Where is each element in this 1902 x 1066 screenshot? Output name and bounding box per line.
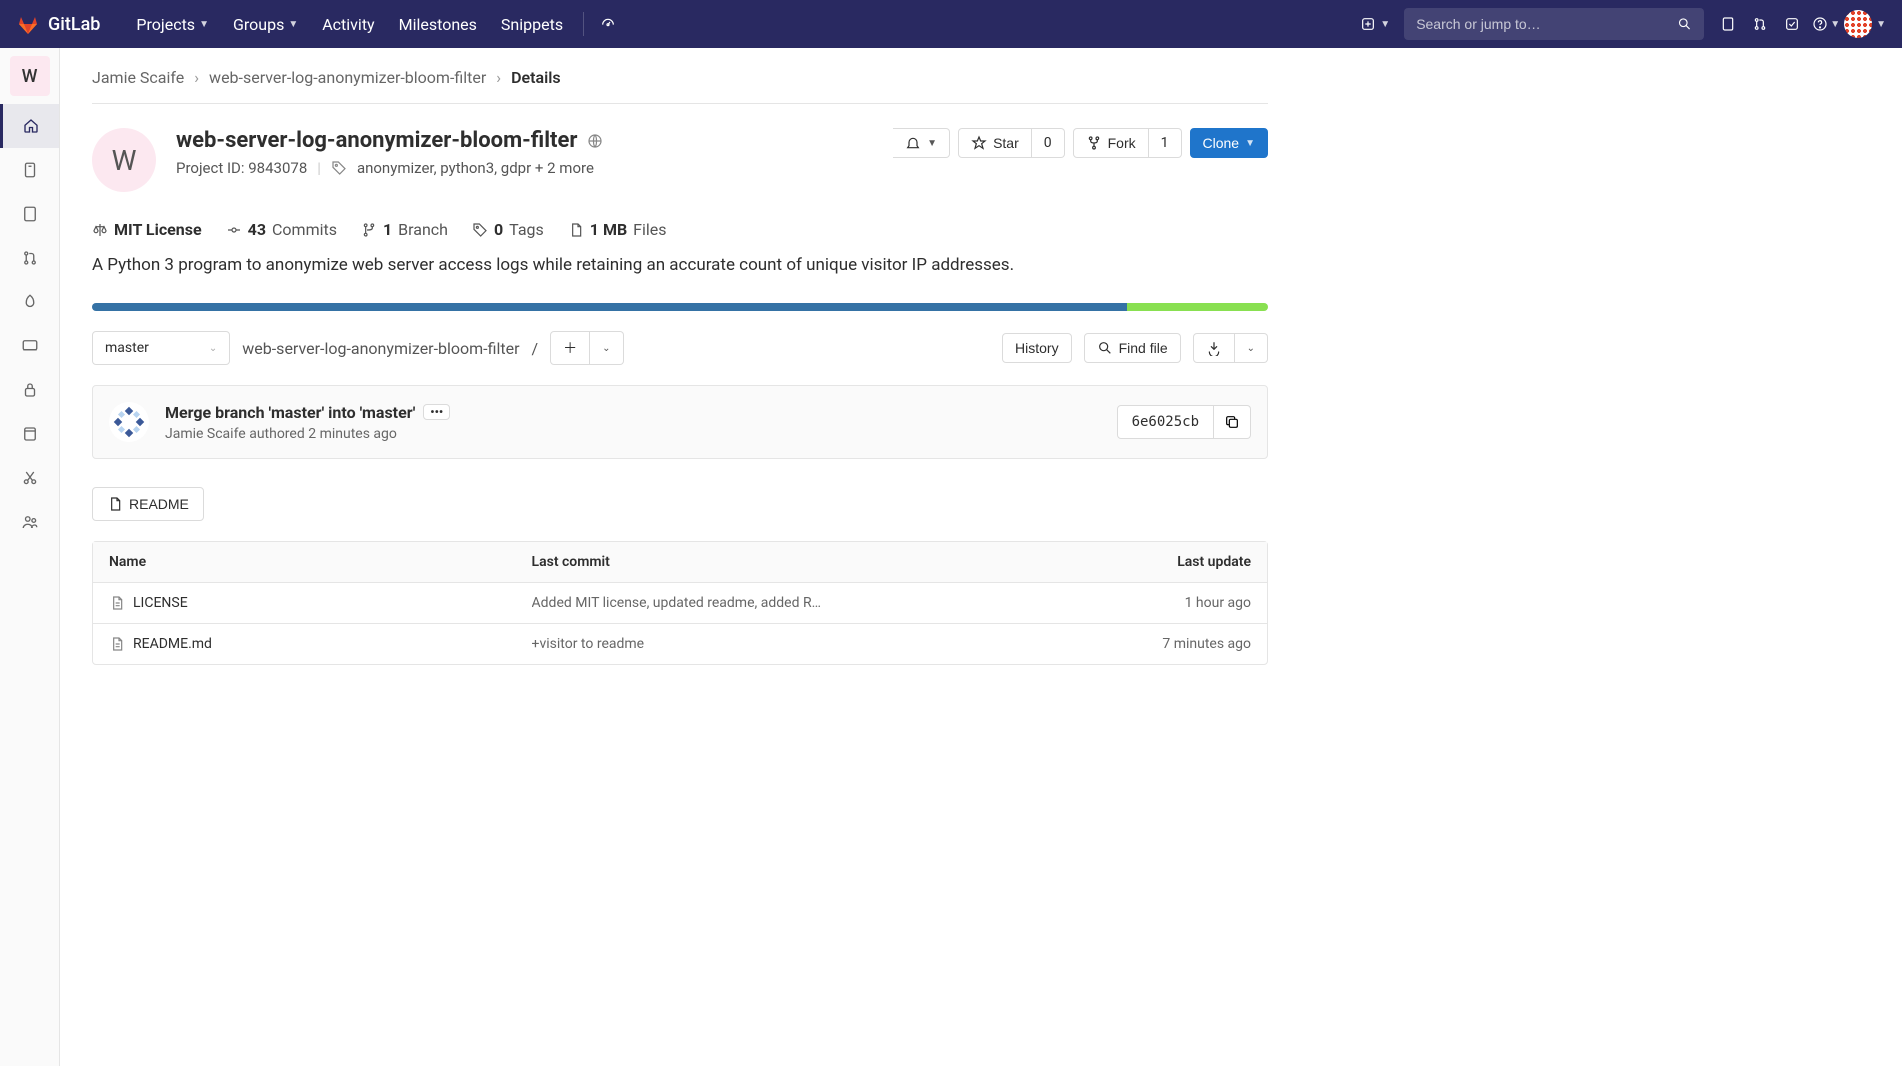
new-menu[interactable]: ▼ (1354, 8, 1396, 40)
breadcrumb-current: Details (511, 68, 561, 87)
file-icon (109, 636, 125, 652)
issues-icon[interactable] (1712, 8, 1744, 40)
todos-icon[interactable] (1776, 8, 1808, 40)
nav-activity[interactable]: Activity (310, 0, 386, 48)
file-commit-msg[interactable]: Added MIT license, updated readme, added… (532, 595, 1091, 611)
add-file-menu[interactable]: ⌄ (590, 331, 623, 365)
help-icon[interactable]: ▼ (1808, 8, 1844, 40)
public-icon (587, 133, 603, 149)
project-tags[interactable]: anonymizer, python3, gdpr + 2 more (357, 159, 594, 177)
download-menu[interactable]: ⌄ (1235, 333, 1268, 363)
sidebar-item-wiki[interactable] (0, 412, 59, 456)
file-table: Name Last commit Last update LICENSE Add… (92, 541, 1268, 665)
commit-title[interactable]: Merge branch 'master' into 'master' (165, 403, 415, 422)
sidebar-item-members[interactable] (0, 500, 59, 544)
file-icon (109, 595, 125, 611)
language-bar[interactable] (92, 303, 1268, 311)
fork-button[interactable]: Fork (1073, 128, 1149, 158)
table-row[interactable]: README.md +visitor to readme 7 minutes a… (93, 624, 1267, 664)
project-id: Project ID: 9843078 (176, 159, 307, 177)
stat-license[interactable]: MIT License (92, 220, 202, 239)
project-title: web-server-log-anonymizer-bloom-filter (176, 128, 577, 153)
file-commit-msg[interactable]: +visitor to readme (532, 636, 1091, 652)
project-stats: MIT License 43Commits 1Branch 0Tags 1 MB… (92, 220, 1268, 239)
add-file-button[interactable]: ＋ (550, 331, 590, 365)
sidebar-item-packages[interactable] (0, 368, 59, 412)
nav-snippets[interactable]: Snippets (489, 0, 575, 48)
top-nav: GitLab Projects▼ Groups▼ Activity Milest… (0, 0, 1902, 48)
last-commit-box: Merge branch 'master' into 'master' ••• … (92, 385, 1268, 459)
project-actions: ▼ Star 0 Fork 1 Clone▼ (893, 128, 1268, 158)
path-sep: / (532, 339, 539, 358)
header-update: Last update (1091, 554, 1251, 570)
stat-tags[interactable]: 0Tags (472, 220, 544, 239)
history-button[interactable]: History (1002, 333, 1072, 363)
breadcrumb-owner[interactable]: Jamie Scaife (92, 68, 184, 87)
file-name[interactable]: LICENSE (133, 595, 188, 611)
sidebar-item-operations[interactable] (0, 324, 59, 368)
sidebar-item-repository[interactable] (0, 148, 59, 192)
project-description: A Python 3 program to anonymize web serv… (92, 255, 1268, 275)
tag-icon (331, 160, 347, 176)
stat-branches[interactable]: 1Branch (361, 220, 448, 239)
branch-selector[interactable]: master ⌄ (92, 331, 230, 365)
readme-button[interactable]: README (92, 487, 204, 521)
stat-commits[interactable]: 43Commits (226, 220, 337, 239)
table-row[interactable]: LICENSE Added MIT license, updated readm… (93, 583, 1267, 624)
sidebar-item-cicd[interactable] (0, 280, 59, 324)
header-commit: Last commit (532, 554, 1091, 570)
sidebar-item-snippets[interactable] (0, 456, 59, 500)
download-button[interactable] (1193, 333, 1235, 363)
stat-files[interactable]: 1 MBFiles (568, 220, 667, 239)
file-update-time: 1 hour ago (1091, 595, 1251, 611)
brand-logo[interactable]: GitLab (16, 12, 100, 36)
nav-milestones[interactable]: Milestones (387, 0, 489, 48)
sidebar-item-issues[interactable] (0, 192, 59, 236)
search-input[interactable] (1416, 16, 1677, 32)
search-box[interactable] (1404, 8, 1704, 40)
gitlab-icon (16, 12, 40, 36)
header-name: Name (109, 554, 532, 570)
nav-groups[interactable]: Groups▼ (221, 0, 310, 48)
project-header: W web-server-log-anonymizer-bloom-filter… (92, 128, 1268, 192)
commit-author[interactable]: Jamie Scaife (165, 426, 246, 442)
commit-sha: 6e6025cb (1117, 405, 1214, 439)
commit-expand-button[interactable]: ••• (423, 404, 450, 420)
copy-sha-button[interactable] (1214, 405, 1251, 439)
nav-divider (583, 12, 584, 36)
repo-path[interactable]: web-server-log-anonymizer-bloom-filter (242, 339, 519, 358)
breadcrumb-sep: › (496, 68, 501, 87)
file-update-time: 7 minutes ago (1091, 636, 1251, 652)
sidebar-item-merge-requests[interactable] (0, 236, 59, 280)
sidebar-project-avatar[interactable]: W (10, 56, 50, 96)
lang-shell (1127, 303, 1268, 311)
table-header: Name Last commit Last update (93, 542, 1267, 583)
clone-button[interactable]: Clone▼ (1190, 128, 1269, 158)
ref-row: master ⌄ web-server-log-anonymizer-bloom… (92, 331, 1268, 365)
notification-button[interactable]: ▼ (893, 128, 950, 158)
commit-time: 2 minutes ago (308, 426, 397, 442)
lang-python (92, 303, 1127, 311)
search-icon (1677, 16, 1692, 32)
breadcrumb-sep: › (194, 68, 199, 87)
user-menu[interactable]: ▼ (1844, 8, 1886, 40)
star-count: 0 (1032, 128, 1065, 158)
fork-count: 1 (1149, 128, 1182, 158)
merge-requests-icon[interactable] (1744, 8, 1776, 40)
project-avatar: W (92, 128, 156, 192)
commit-author-avatar[interactable] (109, 402, 149, 442)
sidebar-item-home[interactable] (0, 104, 59, 148)
breadcrumb: Jamie Scaife › web-server-log-anonymizer… (92, 68, 1268, 104)
file-name[interactable]: README.md (133, 636, 212, 652)
user-avatar (1844, 10, 1872, 38)
commit-authored: authored (249, 426, 305, 442)
find-file-button[interactable]: Find file (1084, 333, 1181, 363)
nav-projects[interactable]: Projects▼ (124, 0, 221, 48)
left-sidebar: W (0, 48, 60, 1066)
star-button[interactable]: Star (958, 128, 1032, 158)
breadcrumb-project[interactable]: web-server-log-anonymizer-bloom-filter (209, 68, 486, 87)
main-content: Jamie Scaife › web-server-log-anonymizer… (60, 48, 1300, 685)
brand-text: GitLab (48, 14, 100, 35)
dashboard-icon[interactable] (592, 8, 624, 40)
